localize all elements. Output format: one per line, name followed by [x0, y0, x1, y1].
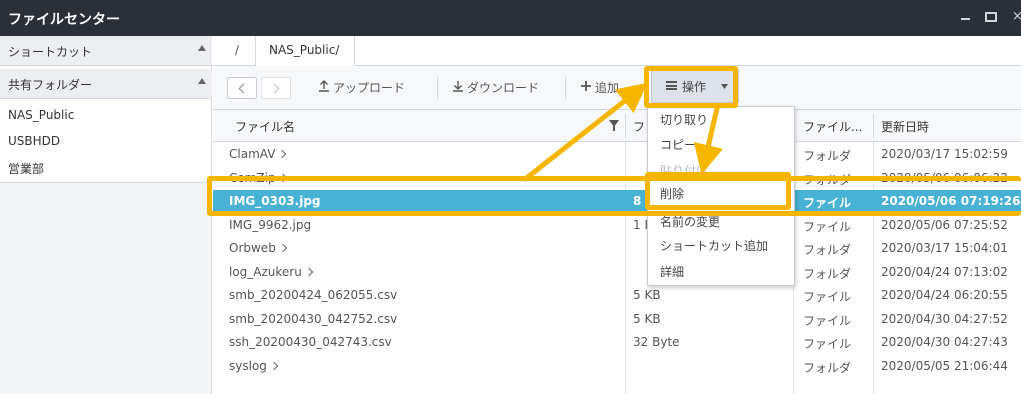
- callout-arrows: [522, 82, 724, 182]
- callout-arrow-to-operations: [522, 82, 648, 182]
- callout-arrow-to-delete: [693, 103, 724, 175]
